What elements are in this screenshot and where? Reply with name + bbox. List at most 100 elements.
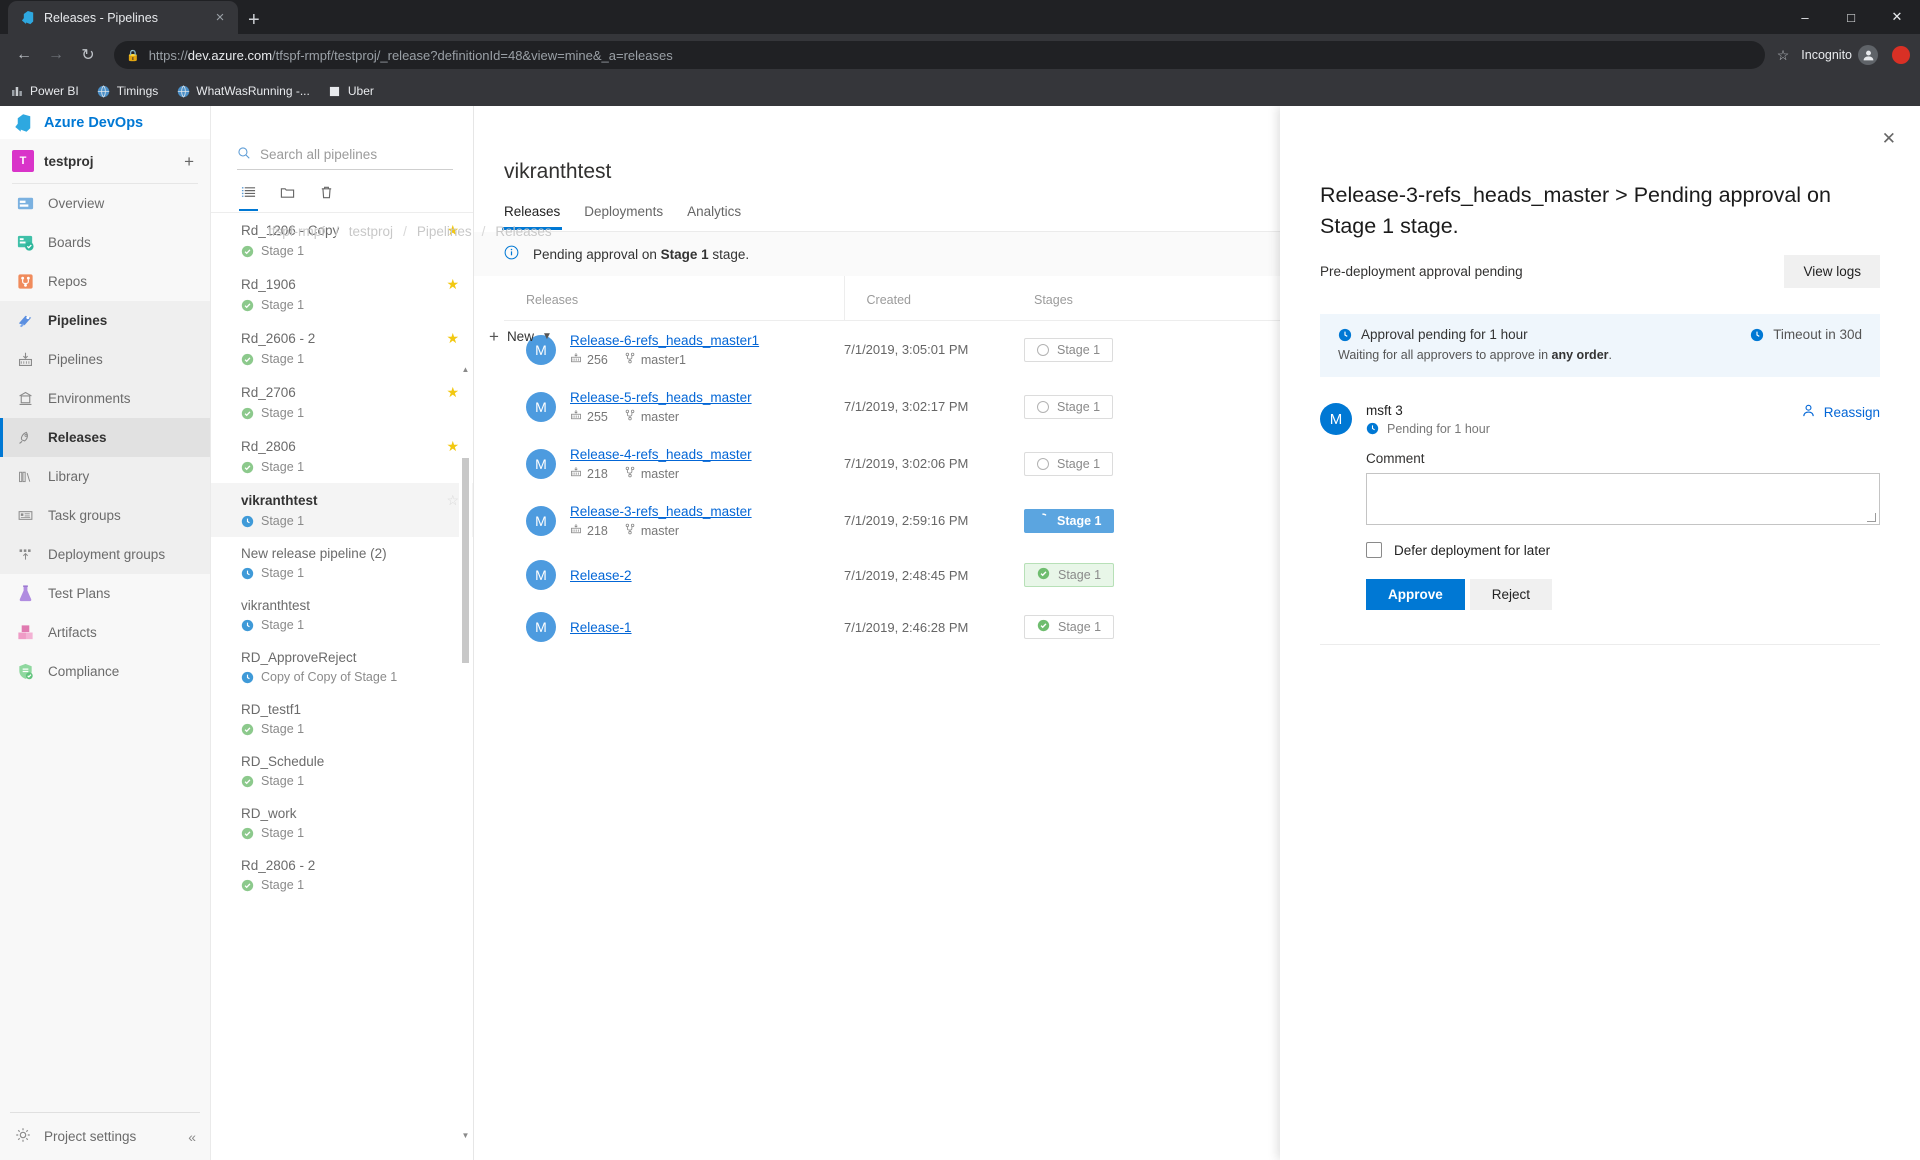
pipeline-list-item[interactable]: RD_ApproveReject Copy of Copy of Stage 1	[211, 641, 473, 693]
sidebar-item-releases[interactable]: Releases	[0, 418, 210, 457]
collapse-sidebar-icon[interactable]: «	[188, 1129, 196, 1145]
bookmark-power-bi[interactable]: Power BI	[10, 84, 79, 98]
person-icon	[1801, 403, 1816, 421]
new-tab-button[interactable]: +	[248, 10, 260, 30]
close-icon[interactable]: ×	[212, 10, 228, 25]
column-header-releases[interactable]: Releases	[504, 276, 845, 321]
defer-deployment-row[interactable]: Defer deployment for later	[1366, 542, 1880, 559]
chevron-down-icon[interactable]: ▼	[542, 331, 552, 342]
release-link[interactable]: Release-3-refs_heads_master	[570, 504, 752, 519]
approval-flyout: ✕ Release-3-refs_heads_master > Pending …	[1280, 106, 1920, 1160]
window-close-icon[interactable]: ✕	[1874, 9, 1920, 25]
approve-button[interactable]: Approve	[1366, 579, 1465, 611]
sidebar-item-pipelines-sub[interactable]: Pipelines	[0, 340, 210, 379]
sidebar-item-pipelines[interactable]: Pipelines	[0, 301, 210, 340]
sidebar-item-compliance[interactable]: Compliance	[0, 652, 210, 691]
list-icon[interactable]	[239, 185, 258, 211]
azure-devops-brand[interactable]: Azure DevOps	[0, 106, 210, 139]
breadcrumb-releases[interactable]: Releases	[495, 224, 551, 239]
pipeline-list-item[interactable]: RD_testf1 Stage 1	[211, 693, 473, 745]
trash-icon[interactable]	[319, 185, 334, 211]
close-icon[interactable]: ✕	[1882, 130, 1896, 147]
scroll-up-icon[interactable]: ▲	[459, 365, 472, 374]
stage-badge[interactable]: Stage 1	[1024, 563, 1115, 587]
avatar: M	[526, 612, 556, 642]
sidebar-item-artifacts[interactable]: Artifacts	[0, 613, 210, 652]
bookmark-whatwasrunning[interactable]: WhatWasRunning -...	[176, 84, 310, 98]
favorite-star-icon[interactable]: ☆	[446, 492, 459, 509]
browser-tab[interactable]: Releases - Pipelines ×	[8, 1, 238, 34]
breadcrumb-project[interactable]: testproj	[349, 224, 393, 239]
reload-icon[interactable]: ↻	[74, 41, 102, 69]
stage-badge[interactable]: Stage 1	[1024, 508, 1115, 533]
folder-icon[interactable]	[280, 185, 295, 211]
sidebar-item-task-groups[interactable]: Task groups	[0, 496, 210, 535]
release-info: Release-1	[570, 619, 632, 635]
profile-avatar[interactable]	[1892, 46, 1910, 64]
favorite-star-icon[interactable]: ★	[446, 438, 459, 455]
bookmark-timings[interactable]: Timings	[97, 84, 158, 98]
sidebar-item-deployment-groups[interactable]: Deployment groups	[0, 535, 210, 574]
release-link[interactable]: Release-1	[570, 620, 632, 635]
search-input[interactable]	[260, 147, 453, 162]
column-header-stages[interactable]: Stages	[1024, 276, 1214, 321]
sidebar-item-overview[interactable]: Overview	[0, 184, 210, 223]
breadcrumb-org[interactable]: tfspf-rmpf	[268, 224, 325, 239]
view-logs-button[interactable]: View logs	[1784, 255, 1880, 289]
sidebar-item-boards[interactable]: Boards	[0, 223, 210, 262]
pipeline-list-item[interactable]: Rd_2706 ★ Stage 1	[211, 375, 473, 429]
pipeline-list-item[interactable]: Rd_2606 - 2 ★ Stage 1	[211, 321, 473, 375]
incognito-indicator[interactable]: Incognito	[1801, 45, 1878, 65]
pipeline-list-item[interactable]: RD_Schedule Stage 1	[211, 745, 473, 797]
sidebar-item-environments[interactable]: Environments	[0, 379, 210, 418]
defer-deployment-checkbox[interactable]	[1366, 542, 1382, 559]
stage-badge[interactable]: Stage 1	[1024, 451, 1114, 476]
search-box[interactable]	[237, 140, 453, 170]
bookmark-star-icon[interactable]: ☆	[1777, 47, 1790, 64]
scrollbar-thumb[interactable]	[462, 458, 469, 663]
minimize-icon[interactable]: –	[1782, 10, 1828, 25]
comment-input[interactable]	[1366, 473, 1880, 526]
address-bar[interactable]: 🔒 https://dev.azure.com/tfspf-rmpf/testp…	[114, 41, 1765, 69]
favorite-star-icon[interactable]: ★	[446, 276, 459, 293]
release-link[interactable]: Release-5-refs_heads_master	[570, 390, 752, 405]
pipeline-list-item[interactable]: vikranthtest Stage 1	[211, 589, 473, 641]
stage-badge[interactable]: Stage 1	[1024, 615, 1115, 639]
reject-button[interactable]: Reject	[1469, 579, 1553, 611]
reassign-button[interactable]: Reassign	[1801, 403, 1880, 421]
pipeline-list-item[interactable]: Rd_2806 ★ Stage 1	[211, 429, 473, 483]
pipeline-list-item[interactable]: Rd_2806 - 2 Stage 1	[211, 849, 473, 901]
bookmark-uber[interactable]: Uber	[328, 84, 374, 98]
sidebar-item-repos[interactable]: Repos	[0, 262, 210, 301]
release-link[interactable]: Release-4-refs_heads_master	[570, 447, 752, 462]
sidebar-item-library[interactable]: Library	[0, 457, 210, 496]
forward-icon[interactable]: →	[42, 41, 70, 69]
pipeline-list-item[interactable]: Rd_1206 - Copy ★ Stage 1	[211, 213, 473, 267]
release-link[interactable]: Release-6-refs_heads_master1	[570, 333, 759, 348]
pipeline-list-item[interactable]: New release pipeline (2) Stage 1	[211, 537, 473, 589]
tab-deployments[interactable]: Deployments	[584, 204, 663, 230]
created-cell: 7/1/2019, 3:02:06 PM	[844, 456, 969, 471]
maximize-icon[interactable]: □	[1828, 10, 1874, 25]
stage-badge[interactable]: Stage 1	[1024, 394, 1114, 419]
pipeline-list-item[interactable]: Rd_1906 ★ Stage 1	[211, 267, 473, 321]
stage-badge[interactable]: Stage 1	[1024, 337, 1114, 362]
pipeline-list-item[interactable]: vikranthtest ☆ Stage 1	[211, 483, 473, 537]
pipelines-scroll-region[interactable]: Rd_1206 - Copy ★ Stage 1 Rd_1906 ★ Stage 1 Rd_…	[211, 212, 473, 1160]
new-pipeline-button[interactable]: + New ▼	[489, 328, 552, 345]
scroll-down-icon[interactable]: ▼	[459, 1131, 472, 1140]
pipelines-scrollbar[interactable]: ▲ ▼	[459, 363, 472, 1142]
favorite-star-icon[interactable]: ★	[446, 384, 459, 401]
sidebar-item-project-settings[interactable]: Project settings «	[0, 1113, 210, 1160]
sidebar-item-test-plans[interactable]: Test Plans	[0, 574, 210, 613]
favorite-star-icon[interactable]: ★	[446, 330, 459, 347]
back-icon[interactable]: ←	[10, 41, 38, 69]
pipeline-list-item[interactable]: RD_work Stage 1	[211, 797, 473, 849]
breadcrumb-pipelines[interactable]: Pipelines	[417, 224, 472, 239]
add-icon[interactable]: +	[184, 153, 200, 170]
browser-tab-title: Releases - Pipelines	[44, 10, 158, 25]
project-selector[interactable]: T testproj +	[0, 139, 210, 183]
column-header-created[interactable]: Created	[844, 276, 1024, 321]
tab-analytics[interactable]: Analytics	[687, 204, 741, 230]
release-link[interactable]: Release-2	[570, 568, 632, 583]
